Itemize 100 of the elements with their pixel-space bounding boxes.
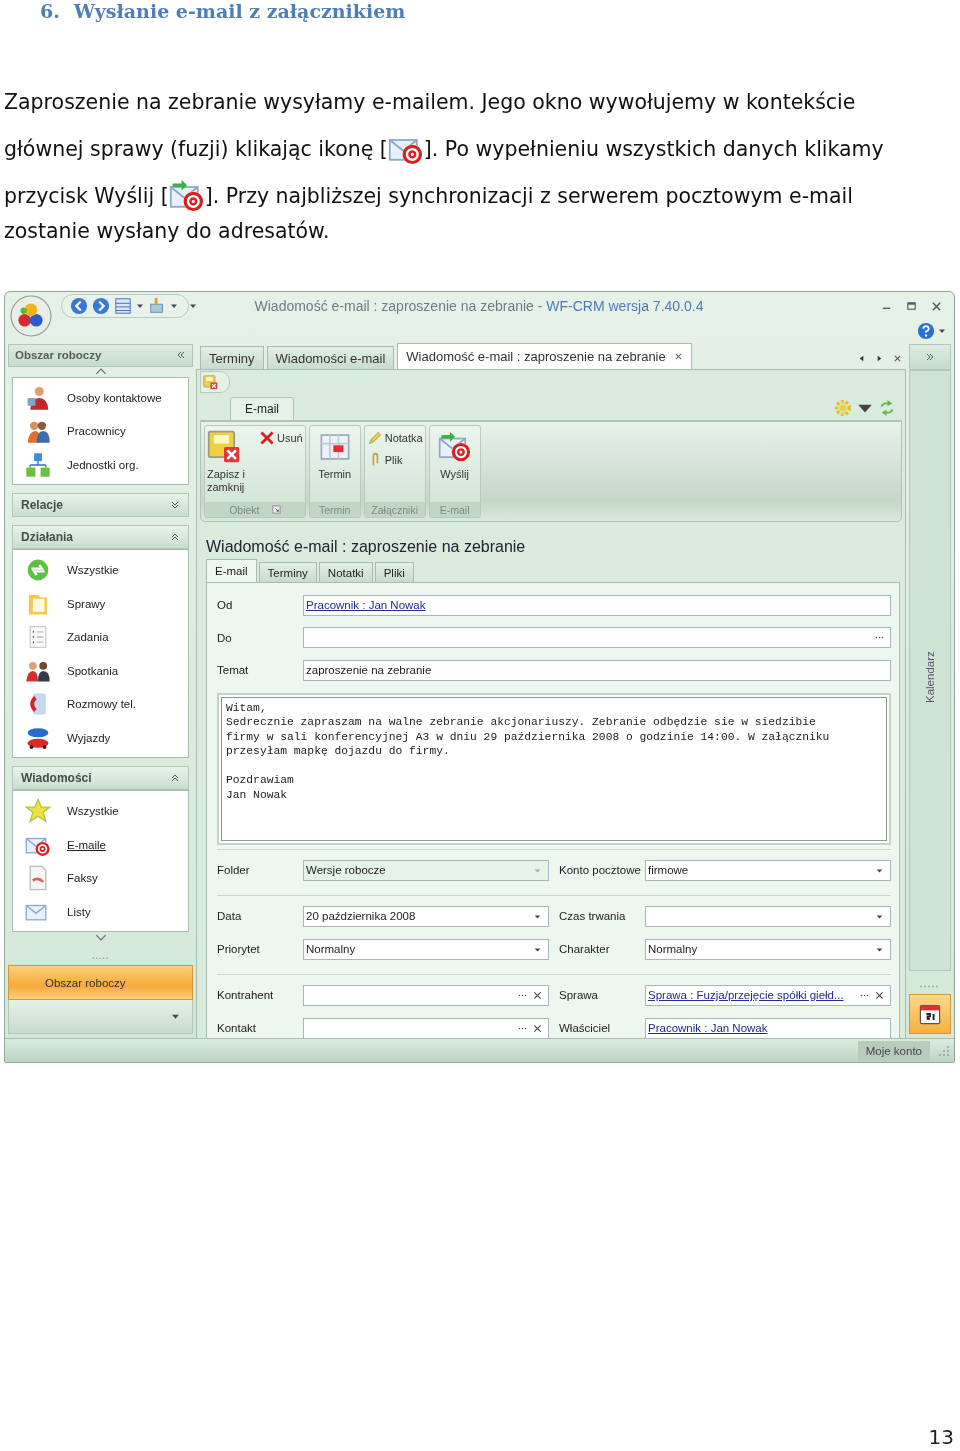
dialog-launcher-icon[interactable]: [271, 505, 281, 514]
document-tab[interactable]: Terminy: [200, 346, 264, 369]
list-view-icon[interactable]: [114, 297, 132, 315]
ribbon-tab[interactable]: E-mail: [230, 397, 294, 420]
document-tab[interactable]: Wiadomość e-mail : zaproszenie na zebranie: [397, 343, 692, 369]
body-text: Jan Nowak: [226, 787, 288, 802]
dropdown-field[interactable]: [645, 905, 891, 927]
forward-icon[interactable]: [92, 297, 110, 315]
form-tab[interactable]: Pliki: [374, 562, 414, 582]
scroll-down-icon[interactable]: [94, 934, 107, 942]
nav-button[interactable]: Obszar roboczy: [8, 965, 193, 1001]
field-label: Sprawa: [559, 989, 599, 1001]
sidebar-item[interactable]: Listy: [67, 905, 91, 918]
dropdown-field[interactable]: Wersje robocze: [303, 859, 549, 881]
scroll-right-icon[interactable]: [875, 353, 884, 363]
ribbon-button[interactable]: Plik: [366, 452, 423, 468]
scroll-up-icon[interactable]: [94, 368, 107, 376]
calendar-button[interactable]: [909, 994, 951, 1034]
field-label: Od: [217, 599, 234, 612]
sidebar-item[interactable]: Zadania: [67, 631, 109, 644]
input-field[interactable]: Pracownik : Jan Nowak: [645, 1017, 891, 1039]
group-label: Obiekt: [229, 503, 260, 516]
body-text: Witam,: [226, 700, 268, 715]
dropdown-field[interactable]: 20 października 2008: [303, 905, 549, 927]
logo-icon[interactable]: [10, 295, 52, 337]
save-button[interactable]: [200, 371, 230, 393]
group-header[interactable]: Relacje: [12, 493, 189, 518]
sidebar-item[interactable]: Wszystkie: [67, 805, 119, 818]
ribbon-button[interactable]: Termin: [311, 428, 358, 500]
paragraph-text: Zaproszenie na zebranie wysyłamy e-mailem. Jego okno wywołujemy w kontekście: [4, 89, 856, 114]
paragraph-text: głównej sprawy (fuzji) klikając ikonę [: [4, 136, 388, 161]
paragraph-text: przycisk Wyślij [: [4, 183, 169, 208]
field-label: Data: [217, 910, 243, 922]
sidebar-item[interactable]: Wyjazdy: [67, 731, 111, 744]
expand-icon[interactable]: [925, 352, 935, 362]
help-icon[interactable]: [917, 322, 935, 340]
dropdown-field[interactable]: Normalny: [645, 938, 891, 960]
input-field[interactable]: Sprawa : Fuzja/przejęcie spółki giełd...: [645, 984, 891, 1006]
calendar-icon: [918, 1002, 942, 1026]
dropdown-field[interactable]: Normalny: [303, 938, 549, 960]
pencil-icon: [366, 430, 383, 446]
group-label: Termin: [318, 503, 351, 516]
close-icon[interactable]: [931, 300, 942, 312]
collapse-icon[interactable]: [170, 532, 180, 543]
close-icon[interactable]: [673, 352, 683, 361]
maximize-icon[interactable]: [906, 300, 917, 312]
field-label: Właściciel: [559, 1022, 612, 1034]
input-field[interactable]: [303, 984, 549, 1006]
group-title: Działania: [21, 530, 74, 545]
group-header[interactable]: Działania: [12, 525, 189, 550]
dropdown-arrow-icon[interactable]: [136, 302, 144, 310]
sidebar-item[interactable]: Rozmowy tel.: [67, 698, 137, 711]
group-header[interactable]: Wiadomości: [12, 766, 189, 791]
field-label: Folder: [217, 864, 251, 876]
ribbon-button[interactable]: Zapisz i zamknij: [207, 428, 257, 500]
back-icon[interactable]: [70, 297, 88, 315]
input-field[interactable]: Pracownik : Jan Nowak: [303, 594, 891, 616]
form-tab[interactable]: Terminy: [258, 562, 317, 582]
sidebar-item[interactable]: Pracownicy: [67, 425, 126, 438]
dropdown-arrow-icon[interactable]: [171, 1012, 180, 1022]
body-text: firmy w sali konferencyjnej A3 w dniu 29 października 2008 o godzinie 14:00. W załączniku: [226, 729, 831, 744]
splitter-grip-icon[interactable]: [90, 956, 111, 960]
sidebar-item[interactable]: Osoby kontaktowe: [67, 391, 162, 404]
resize-grip-icon[interactable]: [938, 1044, 950, 1057]
field-label: Charakter: [559, 943, 611, 955]
document-tab[interactable]: Wiadomości e-mail: [266, 346, 395, 369]
message-body[interactable]: [221, 696, 887, 841]
dropdown-field[interactable]: firmowe: [645, 859, 891, 881]
panel-title[interactable]: Kalendarz: [924, 643, 936, 703]
ribbon-button[interactable]: Wyślij: [431, 428, 478, 500]
input-field[interactable]: [303, 1017, 549, 1039]
group-title: Wiadomości: [21, 771, 92, 786]
collapse-icon[interactable]: [176, 350, 186, 361]
sidebar-item[interactable]: Sprawy: [67, 597, 106, 610]
sidebar-item[interactable]: Jednostki org.: [67, 458, 139, 471]
field-label: Temat: [217, 664, 250, 677]
sidebar-item[interactable]: Spotkania: [67, 664, 119, 677]
status-text[interactable]: Moje konto: [857, 1040, 930, 1061]
ribbon-button[interactable]: Notatka: [366, 430, 423, 446]
star-icon: [25, 798, 51, 825]
sidebar-item[interactable]: Wszystkie: [67, 564, 119, 577]
dropdown-arrow-icon[interactable]: [938, 327, 946, 335]
ribbon-button[interactable]: Usuń: [259, 430, 303, 446]
splitter-grip-icon[interactable]: [920, 985, 940, 988]
sidebar-item[interactable]: E-maile: [67, 838, 106, 851]
clear-icon[interactable]: [533, 1023, 542, 1033]
scroll-left-icon[interactable]: [857, 353, 866, 363]
form-tab[interactable]: E-mail: [206, 559, 257, 582]
expand-icon[interactable]: [170, 500, 180, 511]
form-tab[interactable]: Notatki: [318, 562, 373, 582]
clear-icon[interactable]: [533, 990, 542, 1000]
input-field[interactable]: zaproszenie na zebranie: [303, 659, 891, 681]
close-icon[interactable]: [893, 353, 902, 363]
dropdown-arrow-icon[interactable]: [189, 302, 197, 310]
clear-icon[interactable]: [875, 990, 884, 1000]
dropdown-arrow-icon[interactable]: [170, 302, 178, 310]
input-field[interactable]: [303, 627, 891, 649]
delete-icon: [259, 430, 275, 446]
sidebar-item[interactable]: Faksy: [67, 872, 98, 885]
collapse-icon[interactable]: [170, 773, 180, 784]
